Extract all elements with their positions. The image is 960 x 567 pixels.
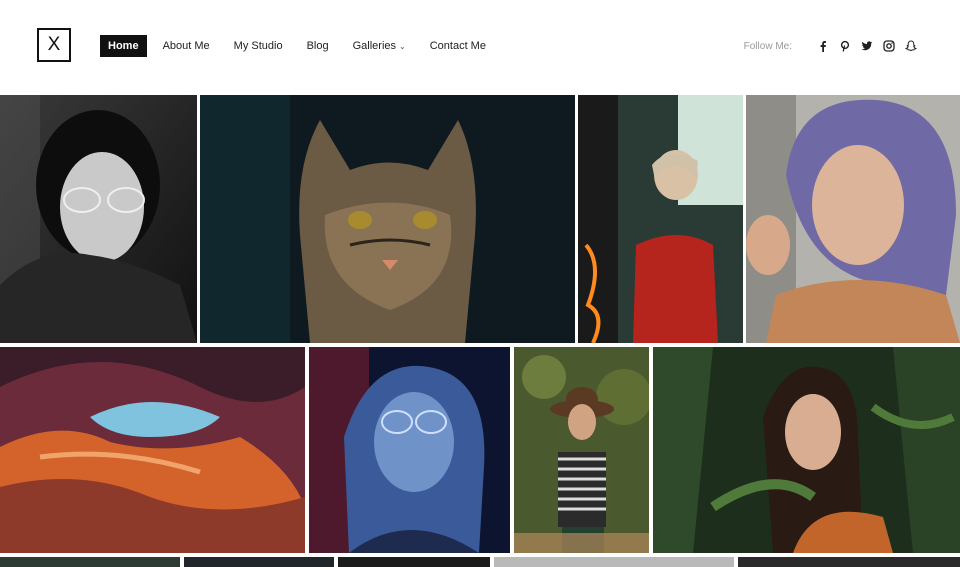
photo-row3-3[interactable]	[338, 557, 490, 567]
site-logo[interactable]: X	[37, 28, 71, 62]
nav-label: Galleries	[352, 40, 397, 52]
photo-forest-leaves[interactable]	[653, 347, 960, 553]
snapchat-icon[interactable]	[904, 39, 918, 53]
nav-item-my-studio[interactable]: My Studio	[226, 35, 291, 57]
follow-label: Follow Me:	[743, 40, 792, 52]
nav-label: Home	[108, 40, 139, 52]
facebook-icon[interactable]	[816, 39, 830, 53]
photo-row3-5[interactable]	[738, 557, 960, 567]
photo-bw-portrait[interactable]	[0, 95, 197, 343]
photo-tabby-cat[interactable]	[200, 95, 575, 343]
photo-purple-hair[interactable]	[746, 95, 960, 343]
photo-neon-red-top[interactable]	[578, 95, 743, 343]
nav-label: My Studio	[233, 40, 283, 52]
photo-row3-4[interactable]	[494, 557, 734, 567]
nav-label: About Me	[162, 40, 210, 52]
photo-row3-1[interactable]	[0, 557, 180, 567]
nav-item-about-me[interactable]: About Me	[155, 35, 218, 57]
nav-label: Contact Me	[429, 40, 486, 52]
main-nav: Home About Me My Studio Blog Galleries ⌄ …	[100, 35, 502, 57]
nav-item-galleries[interactable]: Galleries ⌄	[345, 35, 414, 57]
pinterest-icon[interactable]	[838, 39, 852, 53]
site-header: X Home About Me My Studio Blog Galleries…	[0, 0, 960, 95]
nav-item-blog[interactable]: Blog	[299, 35, 337, 57]
photo-row3-2[interactable]	[184, 557, 334, 567]
photo-blue-light-portrait[interactable]	[309, 347, 510, 553]
logo-text: X	[47, 34, 61, 55]
twitter-icon[interactable]	[860, 39, 874, 53]
photo-grid	[0, 95, 960, 567]
photo-hat-striped-shirt[interactable]	[514, 347, 649, 553]
chevron-down-icon: ⌄	[399, 42, 406, 51]
nav-item-home[interactable]: Home	[100, 35, 147, 57]
nav-label: Blog	[306, 40, 329, 52]
social-follow: Follow Me:	[744, 37, 918, 55]
nav-item-contact-me[interactable]: Contact Me	[422, 35, 494, 57]
instagram-icon[interactable]	[882, 39, 896, 53]
photo-canyon-arch[interactable]	[0, 347, 305, 553]
